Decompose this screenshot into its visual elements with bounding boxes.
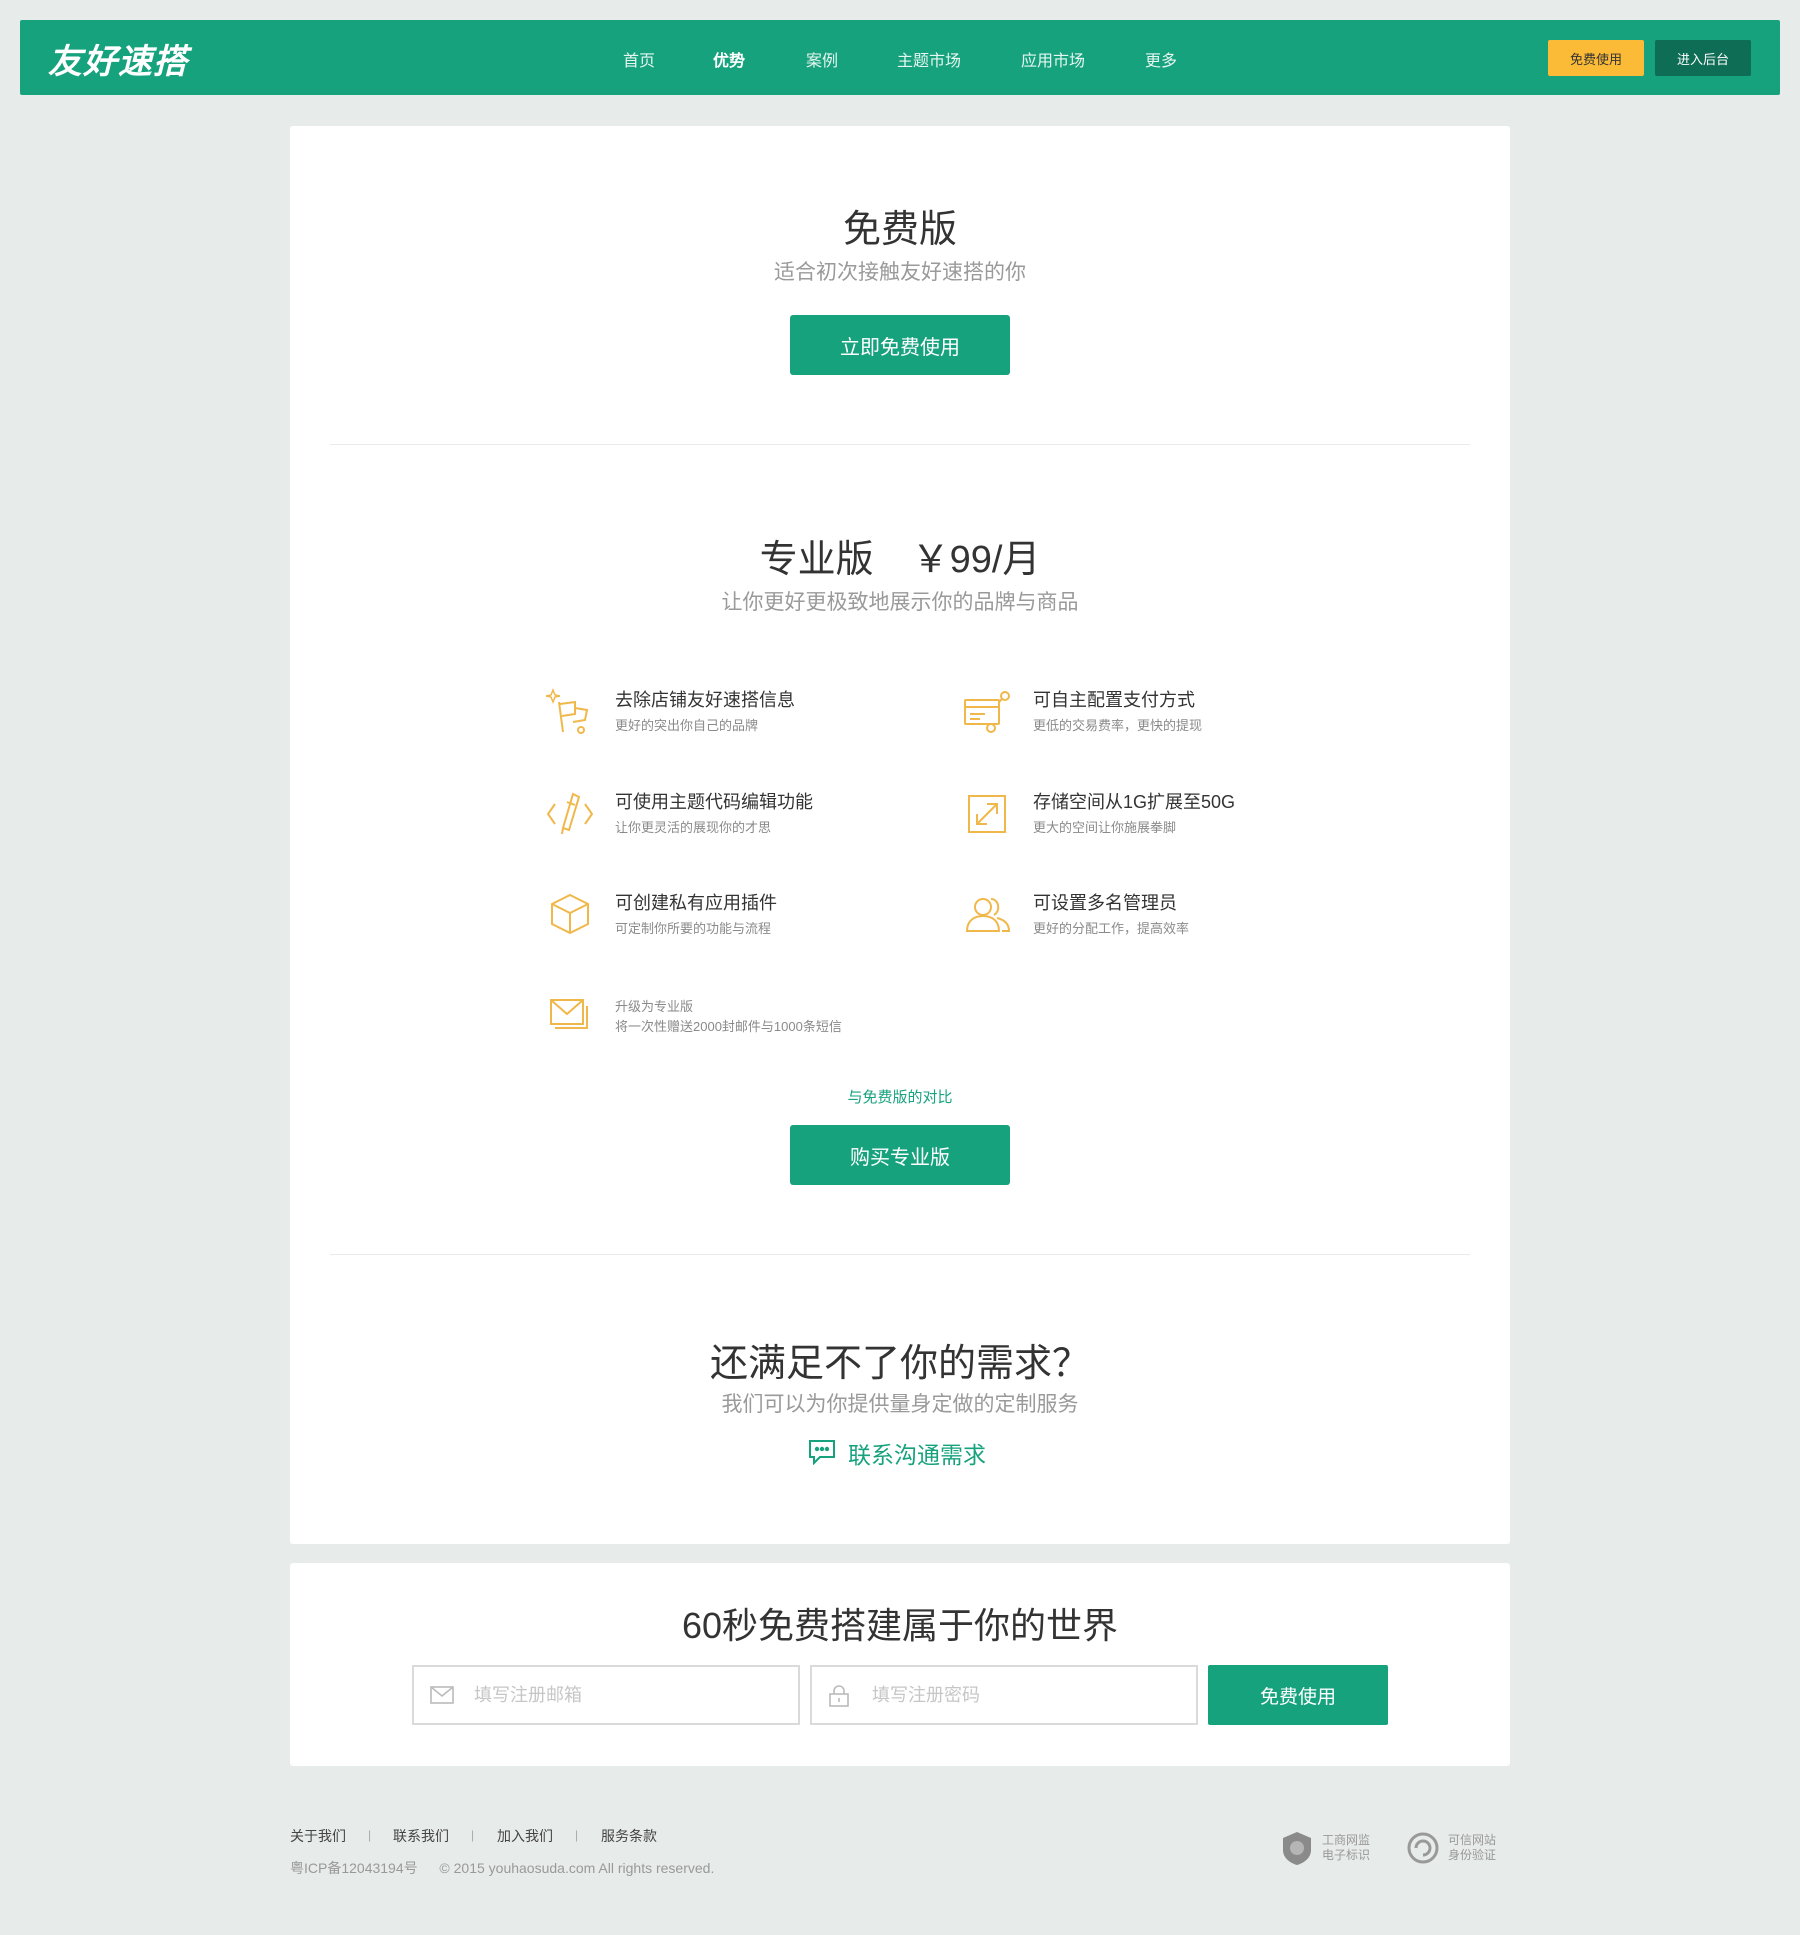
feature-title: 可设置多名管理员 bbox=[1033, 893, 1177, 913]
icp-number: 粤ICP备12043194号 bbox=[290, 1860, 418, 1876]
password-input[interactable] bbox=[872, 1675, 1182, 1715]
footer-join-link[interactable]: 加入我们 bbox=[497, 1826, 553, 1846]
footer-terms-link[interactable]: 服务条款 bbox=[601, 1826, 657, 1846]
trusted-site-icon bbox=[1407, 1832, 1439, 1864]
nav-app-market[interactable]: 应用市场 bbox=[1021, 47, 1085, 71]
nav-cases[interactable]: 案例 bbox=[806, 47, 838, 71]
feature-title: 可自主配置支付方式 bbox=[1033, 690, 1195, 710]
nav-more[interactable]: 更多 bbox=[1145, 47, 1177, 71]
feature-private-plugins: 可创建私有应用插件 可定制你所要的功能与流程 bbox=[545, 889, 925, 959]
feature-remove-branding: 去除店铺友好速搭信息 更好的突出你自己的品牌 bbox=[545, 686, 925, 756]
badge-text: 工商网监 电子标识 bbox=[1322, 1833, 1371, 1862]
custom-title: 还满足不了你的需求？ bbox=[709, 1343, 1090, 1385]
users-icon bbox=[965, 898, 1011, 932]
lock-icon bbox=[829, 1685, 849, 1707]
email-input[interactable] bbox=[474, 1675, 784, 1715]
pricing-card: 免费版 适合初次接触友好速搭的你 立即免费使用 专业版 ￥99/月 让你更好更极… bbox=[290, 126, 1510, 1544]
business-license-badge[interactable]: 工商网监 电子标识 bbox=[1280, 1830, 1370, 1870]
pro-plan-subtitle: 让你更好更极致地展示你的品牌与商品 bbox=[721, 591, 1079, 614]
register-card: 60秒免费搭建属于你的世界 免费使用 bbox=[290, 1563, 1510, 1766]
cube-icon bbox=[551, 893, 589, 935]
main-nav: 首页 优势 案例 主题市场 应用市场 更多 bbox=[20, 20, 1780, 95]
feature-multi-admin: 可设置多名管理员 更好的分配工作，提高效率 bbox=[963, 889, 1343, 959]
feature-payment-config: 可自主配置支付方式 更低的交易费率，更快的提现 bbox=[963, 686, 1343, 756]
pro-plan-title: 专业版 ￥99/月 bbox=[759, 539, 1041, 581]
feature-title: 可创建私有应用插件 bbox=[615, 893, 777, 913]
free-use-button[interactable]: 免费使用 bbox=[1548, 40, 1644, 76]
nav-home[interactable]: 首页 bbox=[623, 47, 655, 71]
feature-theme-code-edit: 可使用主题代码编辑功能 让你更灵活的展现你的才思 bbox=[545, 788, 925, 858]
feature-desc: 更低的交易费率，更快的提现 bbox=[1033, 718, 1203, 733]
compare-free-link[interactable]: 与免费版的对比 bbox=[290, 1086, 1510, 1107]
copyright-text: © 2015 youhaosuda.com All rights reserve… bbox=[439, 1860, 715, 1876]
shield-emblem-icon bbox=[1283, 1832, 1311, 1865]
buy-pro-button[interactable]: 购买专业版 bbox=[790, 1125, 1010, 1185]
flag-icon bbox=[545, 687, 589, 734]
password-field[interactable] bbox=[810, 1665, 1198, 1725]
feature-desc: 更好的分配工作，提高效率 bbox=[1033, 921, 1190, 936]
expand-icon bbox=[968, 795, 1006, 833]
badge-text: 可信网站 身份验证 bbox=[1448, 1833, 1497, 1862]
copyright: 粤ICP备12043194号 © 2015 youhaosuda.com All… bbox=[290, 1858, 714, 1878]
section-divider bbox=[330, 444, 1470, 445]
footer-contact-link[interactable]: 联系我们 bbox=[393, 1826, 449, 1846]
footer-separator: | bbox=[368, 1828, 372, 1842]
credit-card-icon bbox=[964, 691, 1010, 733]
feature-title: 去除店铺友好速搭信息 bbox=[615, 690, 795, 710]
feature-storage-expand: 存储空间从1G扩展至50G 更大的空间让你施展拳脚 bbox=[963, 788, 1343, 858]
feature-desc: 更大的空间让你施展拳脚 bbox=[1033, 820, 1177, 835]
custom-subtitle: 我们可以为你提供量身定做的定制服务 bbox=[721, 1393, 1079, 1416]
footer-about-link[interactable]: 关于我们 bbox=[290, 1826, 346, 1846]
section-divider bbox=[330, 1254, 1470, 1255]
mail-icon bbox=[550, 999, 588, 1029]
email-field[interactable] bbox=[412, 1665, 800, 1725]
footer-separator: | bbox=[575, 1828, 579, 1842]
feature-desc: 将一次性赠送2000封邮件与1000条短信 bbox=[615, 1019, 842, 1034]
footer-separator: | bbox=[471, 1828, 475, 1842]
feature-title: 存储空间从1G扩展至50G bbox=[1033, 792, 1236, 812]
code-edit-icon bbox=[546, 792, 594, 835]
feature-desc: 可定制你所要的功能与流程 bbox=[615, 921, 772, 936]
enter-admin-button[interactable]: 进入后台 bbox=[1655, 40, 1751, 76]
top-navigation-bar: 友好速搭 首页 优势 案例 主题市场 应用市场 更多 免费使用 进入后台 bbox=[20, 20, 1780, 95]
register-submit-button[interactable]: 免费使用 bbox=[1208, 1665, 1388, 1725]
free-plan-subtitle: 适合初次接触友好速搭的你 bbox=[774, 261, 1026, 284]
nav-theme-market[interactable]: 主题市场 bbox=[897, 47, 961, 71]
feature-desc: 更好的突出你自己的品牌 bbox=[615, 718, 759, 733]
nav-advantages[interactable]: 优势 bbox=[713, 47, 745, 71]
trusted-site-badge[interactable]: 可信网站 身份验证 bbox=[1406, 1830, 1496, 1870]
feature-title: 升级为专业版 bbox=[615, 999, 694, 1014]
free-plan-title: 免费版 bbox=[842, 209, 957, 251]
register-title: 60秒免费搭建属于你的世界 bbox=[681, 1605, 1119, 1646]
feature-title: 可使用主题代码编辑功能 bbox=[615, 792, 813, 812]
contact-link-label: 联系沟通需求 bbox=[848, 1442, 986, 1468]
start-free-button[interactable]: 立即免费使用 bbox=[790, 315, 1010, 375]
mail-icon bbox=[430, 1686, 454, 1704]
chat-icon bbox=[809, 1440, 835, 1465]
feature-desc: 让你更灵活的展现你的才思 bbox=[615, 820, 772, 835]
feature-upgrade-gift: 升级为专业版 将一次性赠送2000封邮件与1000条短信 bbox=[545, 990, 925, 1060]
